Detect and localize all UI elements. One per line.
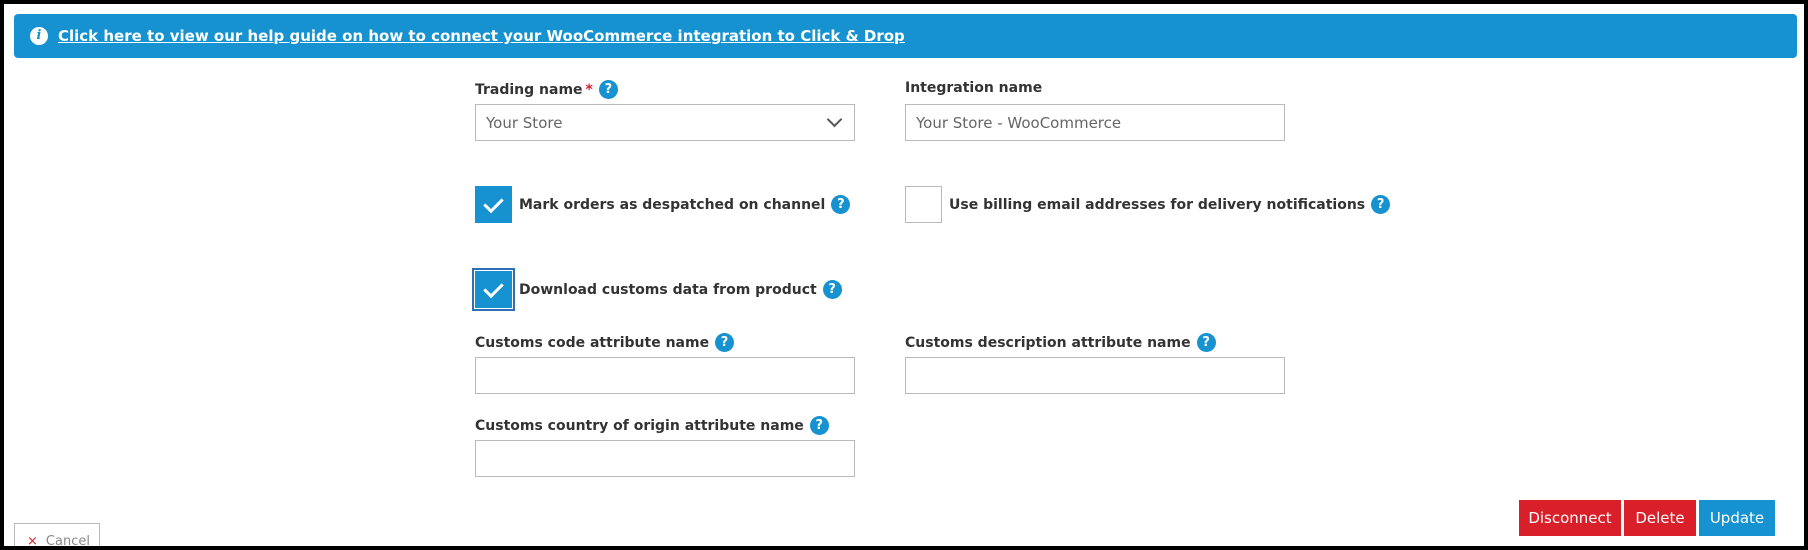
required-mark: * (585, 81, 593, 98)
help-icon[interactable]: ? (1196, 333, 1216, 352)
update-button[interactable]: Update (1699, 500, 1775, 536)
help-banner: i Click here to view our help guide on h… (14, 14, 1797, 58)
billing-email-checkbox[interactable] (905, 186, 942, 223)
check-icon (483, 277, 504, 299)
integration-name-label: Integration name (905, 80, 1042, 96)
cancel-button[interactable]: × Cancel (14, 523, 100, 546)
info-icon: i (30, 27, 48, 45)
chevron-down-icon (826, 111, 843, 128)
delete-button[interactable]: Delete (1624, 500, 1696, 536)
integration-name-value: Your Store - WooCommerce (916, 113, 1122, 132)
customs-country-label: Customs country of origin attribute name… (475, 416, 829, 435)
customs-description-input[interactable] (905, 357, 1285, 394)
help-guide-link[interactable]: Click here to view our help guide on how… (58, 27, 905, 45)
customs-country-label-text: Customs country of origin attribute name (475, 417, 804, 434)
check-icon (483, 192, 504, 214)
help-icon[interactable]: ? (1371, 195, 1391, 214)
mark-despatched-checkbox[interactable] (475, 186, 512, 223)
mark-despatched-label-text: Mark orders as despatched on channel (519, 196, 826, 213)
customs-code-input[interactable] (475, 357, 855, 394)
integration-name-input[interactable]: Your Store - WooCommerce (905, 104, 1285, 141)
customs-description-label: Customs description attribute name ? (905, 333, 1216, 352)
close-icon: × (27, 534, 38, 546)
billing-email-label-text: Use billing email addresses for delivery… (949, 196, 1366, 213)
help-icon[interactable]: ? (822, 280, 842, 299)
customs-country-input[interactable] (475, 440, 855, 477)
cancel-label: Cancel (45, 534, 90, 546)
trading-name-label: Trading name * ? (475, 80, 618, 99)
help-icon[interactable]: ? (715, 333, 735, 352)
mark-despatched-label: Mark orders as despatched on channel ? (519, 186, 851, 223)
trading-name-select[interactable]: Your Store (475, 104, 855, 141)
help-icon[interactable]: ? (831, 195, 851, 214)
integration-name-label-text: Integration name (905, 80, 1043, 96)
help-icon[interactable]: ? (598, 80, 618, 99)
trading-name-label-text: Trading name (475, 81, 583, 98)
disconnect-button[interactable]: Disconnect (1519, 500, 1621, 536)
integration-settings-panel: i Click here to view our help guide on h… (4, 4, 1804, 546)
customs-description-label-text: Customs description attribute name (905, 334, 1191, 351)
help-icon[interactable]: ? (809, 416, 829, 435)
customs-code-label: Customs code attribute name ? (475, 333, 735, 352)
download-customs-label-text: Download customs data from product (519, 281, 817, 298)
customs-code-label-text: Customs code attribute name (475, 334, 710, 351)
trading-name-value: Your Store (486, 113, 563, 132)
download-customs-label: Download customs data from product ? (519, 271, 842, 308)
download-customs-checkbox[interactable] (472, 268, 515, 311)
billing-email-label: Use billing email addresses for delivery… (949, 186, 1391, 223)
